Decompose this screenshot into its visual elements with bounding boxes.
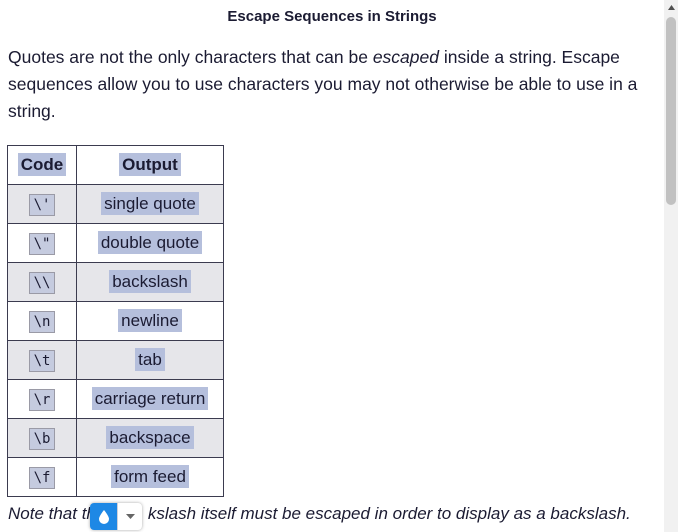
output-cell: double quote bbox=[76, 223, 224, 263]
output-cell: single quote bbox=[76, 184, 224, 224]
output-cell: tab bbox=[76, 340, 224, 380]
output-value: tab bbox=[135, 348, 165, 371]
intro-paragraph: Quotes are not the only characters that … bbox=[8, 44, 656, 125]
output-cell: backslash bbox=[76, 262, 224, 302]
output-value: backslash bbox=[109, 270, 191, 293]
header-code: Code bbox=[7, 145, 77, 185]
vertical-scrollbar[interactable] bbox=[664, 0, 678, 532]
scrollbar-thumb[interactable] bbox=[666, 17, 676, 205]
code-cell: \b bbox=[7, 418, 77, 458]
code-cell: \n bbox=[7, 301, 77, 341]
arrow-up-icon bbox=[667, 4, 675, 10]
code-value: \" bbox=[28, 233, 56, 255]
header-code-label: Code bbox=[17, 153, 67, 176]
note-text-after: kslash itself must be escaped in order t… bbox=[147, 504, 631, 523]
code-value: \f bbox=[28, 467, 56, 489]
code-value: \r bbox=[28, 389, 56, 411]
output-value: backspace bbox=[106, 426, 194, 449]
output-value: double quote bbox=[97, 231, 203, 254]
code-cell: \r bbox=[7, 379, 77, 419]
table-row: \\ backslash bbox=[7, 262, 224, 302]
code-value: \' bbox=[28, 194, 56, 216]
output-cell: form feed bbox=[76, 457, 224, 497]
code-value: \n bbox=[28, 311, 56, 333]
table-header-row: Code Output bbox=[7, 145, 224, 185]
water-drop-icon bbox=[98, 510, 109, 524]
output-value: carriage return bbox=[91, 387, 209, 410]
output-value: single quote bbox=[101, 192, 199, 215]
output-cell: carriage return bbox=[76, 379, 224, 419]
intro-emphasis: escaped bbox=[372, 47, 439, 67]
code-cell: \' bbox=[7, 184, 77, 224]
table-row: \' single quote bbox=[7, 184, 224, 224]
color-drop-button[interactable] bbox=[90, 503, 117, 530]
escape-sequence-table: Code Output \' single quote \" double qu… bbox=[7, 145, 224, 497]
code-cell: \t bbox=[7, 340, 77, 380]
scroll-up-button[interactable] bbox=[664, 0, 678, 14]
code-cell: \\ bbox=[7, 262, 77, 302]
table-row: \t tab bbox=[7, 340, 224, 380]
header-output-label: Output bbox=[119, 153, 181, 176]
code-value: \\ bbox=[28, 272, 56, 294]
table-row: \n newline bbox=[7, 301, 224, 341]
color-dropdown-toggle[interactable] bbox=[117, 503, 142, 530]
note-text-before: Note that th bbox=[8, 504, 96, 523]
header-output: Output bbox=[76, 145, 224, 185]
output-value: form feed bbox=[111, 465, 189, 488]
output-value: newline bbox=[118, 309, 182, 332]
color-picker-widget[interactable] bbox=[90, 503, 142, 530]
table-row: \b backspace bbox=[7, 418, 224, 458]
page-title: Escape Sequences in Strings bbox=[227, 8, 437, 25]
table-row: \r carriage return bbox=[7, 379, 224, 419]
table-row: \" double quote bbox=[7, 223, 224, 263]
output-cell: newline bbox=[76, 301, 224, 341]
code-cell: \" bbox=[7, 223, 77, 263]
code-value: \b bbox=[28, 428, 56, 450]
table-row: \f form feed bbox=[7, 457, 224, 497]
intro-text-before: Quotes are not the only characters that … bbox=[8, 47, 373, 67]
lesson-content: Escape Sequences in Strings Quotes are n… bbox=[0, 0, 664, 532]
output-cell: backspace bbox=[76, 418, 224, 458]
code-value: \t bbox=[28, 350, 56, 372]
caret-down-icon bbox=[125, 513, 135, 519]
code-cell: \f bbox=[7, 457, 77, 497]
